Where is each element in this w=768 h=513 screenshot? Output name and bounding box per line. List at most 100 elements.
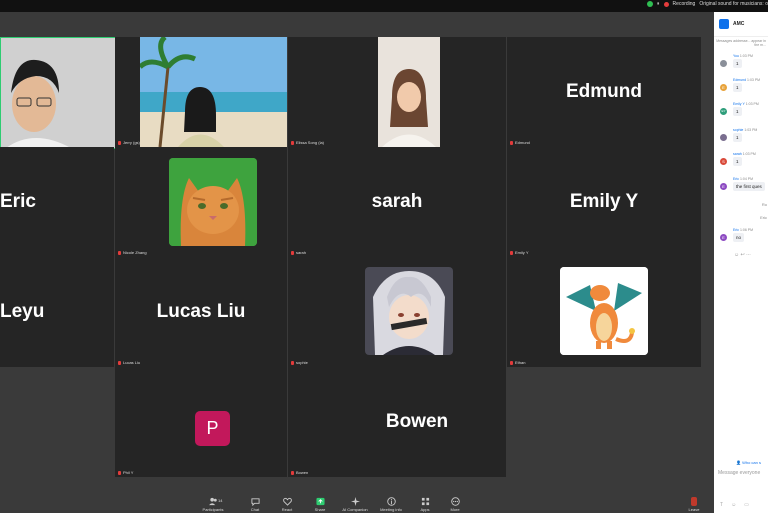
- beach-background-video: [140, 37, 287, 147]
- chat-message: S sarah 1:03 PM 1: [718, 152, 768, 172]
- participant-name-tag: Elissa Song (la): [291, 140, 324, 145]
- thread-fragment: Eric: [760, 215, 767, 220]
- leave-icon: [691, 497, 697, 506]
- avatar: [720, 60, 727, 67]
- muted-mic-icon: [291, 470, 294, 475]
- attach-file-icon[interactable]: ▭: [744, 502, 749, 508]
- muted-mic-icon: [118, 360, 121, 365]
- message-input[interactable]: Message everyone: [718, 470, 768, 476]
- video-tile-8[interactable]: Emily Y Emily Y: [507, 147, 701, 257]
- video-tile-10[interactable]: Lucas Liu Lucas Liu: [115, 257, 287, 367]
- dragon-avatar-image: [560, 267, 648, 355]
- chat-message: E Eric 1:04 PM the first ques: [718, 177, 768, 197]
- meeting-info-button[interactable]: Meeting info: [376, 495, 406, 512]
- chat-bubble-icon: [250, 498, 260, 506]
- avatar: E: [720, 84, 727, 91]
- more-button[interactable]: More: [440, 495, 470, 512]
- who-can-see-link[interactable]: 👤 Who can s: [736, 460, 761, 465]
- leave-button[interactable]: Leave: [679, 495, 709, 512]
- participant-name-display: sarah: [371, 191, 423, 212]
- anime-character-avatar-image: [365, 267, 453, 355]
- video-tile-6[interactable]: Nicole Zhang: [115, 147, 287, 257]
- recording-label: Recording: [672, 1, 696, 7]
- participant-name-tag: Bowen: [291, 470, 308, 475]
- sparkle-icon: [350, 497, 360, 506]
- participants-button[interactable]: Participants 14: [198, 495, 228, 512]
- ai-companion-button[interactable]: AI Companion: [340, 495, 370, 512]
- more-dots-icon: [450, 497, 460, 506]
- avatar: E: [720, 183, 727, 190]
- participant-name-tag: Lucas Liu: [118, 360, 140, 365]
- video-tile-13[interactable]: P Phil Y: [115, 367, 287, 477]
- participants-icon: [208, 497, 217, 506]
- participant-count: 14: [218, 498, 223, 503]
- participant-name-display: Eric: [0, 191, 36, 212]
- video-tile-3[interactable]: Elissa Song (la): [288, 37, 506, 147]
- heart-icon: [282, 497, 292, 506]
- meeting-toolbar: Participants 14 Chat React Share AI Comp…: [0, 495, 714, 513]
- chat-panel: AMC Messages addresse... appear in the m…: [714, 12, 768, 513]
- muted-mic-icon: [118, 250, 121, 255]
- muted-mic-icon: [510, 140, 513, 145]
- format-text-icon[interactable]: T: [720, 502, 723, 508]
- emoji-icon[interactable]: ☺: [731, 502, 736, 508]
- muted-mic-icon: [118, 140, 121, 145]
- video-tile-9[interactable]: Leyu: [0, 257, 114, 367]
- chat-message: EY Emily Y 1:03 PM 1: [720, 102, 759, 116]
- shield-icon: [647, 1, 654, 7]
- react-button[interactable]: React: [272, 495, 302, 512]
- chat-header: AMC: [714, 12, 768, 37]
- avatar: S: [720, 158, 727, 165]
- participant-name-tag: Nicole Zhang: [118, 250, 147, 255]
- apps-button[interactable]: Apps: [410, 495, 440, 512]
- participant-name-tag: Jerry (gs): [118, 140, 140, 145]
- participant-name-tag: sarah: [291, 250, 306, 255]
- participant-name-tag: Phil Y: [118, 470, 133, 475]
- initial-avatar: P: [195, 411, 230, 446]
- chat-message: E Edmund 1:03 PM 1: [718, 78, 768, 98]
- apps-icon: [421, 497, 429, 506]
- participant-name-tag: sophie: [291, 360, 308, 365]
- chat-message: You 1:03 PM 1: [718, 54, 768, 74]
- chat-app-icon: [719, 19, 729, 29]
- video-tile-2[interactable]: Jerry (gs): [115, 37, 287, 147]
- participant-name-display: Lucas Liu: [156, 301, 246, 322]
- avatar: [720, 134, 727, 141]
- avatar: E: [720, 234, 727, 241]
- muted-mic-icon: [510, 250, 513, 255]
- message-actions[interactable]: ☺ ↩ ⋯: [734, 252, 751, 258]
- chat-title: AMC: [733, 21, 745, 27]
- cat-avatar-image: [169, 158, 257, 246]
- video-tile-14[interactable]: Bowen Bowen: [288, 367, 506, 477]
- video-tile-12[interactable]: Ethan: [507, 257, 701, 367]
- video-tile-1[interactable]: [0, 37, 116, 149]
- participant-name-tag: Emily Y: [510, 250, 528, 255]
- muted-mic-icon: [291, 250, 294, 255]
- video-tile-4[interactable]: Edmund Edmund: [507, 37, 701, 147]
- chat-message: E Eric 1:06 PM no: [718, 228, 768, 248]
- compose-toolbar: T ☺ ▭: [720, 502, 749, 508]
- muted-mic-icon: [510, 360, 513, 365]
- participant-name-tag: Edmund: [510, 140, 530, 145]
- video-gallery: Jerry (gs) Elissa Song (la) Edmund Edmun…: [0, 12, 714, 500]
- participant-name-display: Bowen: [385, 411, 449, 432]
- chat-notice: Messages addresse... appear in the m...: [716, 39, 766, 47]
- original-sound-label[interactable]: Original sound for musicians: o: [699, 1, 768, 7]
- share-screen-icon: [315, 497, 325, 506]
- recording-dot-icon: [663, 1, 669, 7]
- chat-button[interactable]: Chat: [240, 495, 270, 512]
- muted-mic-icon: [291, 140, 294, 145]
- webcam-person-video: [378, 37, 440, 147]
- participant-name-display: Emily Y: [569, 191, 639, 212]
- thread-fragment: Ro: [761, 202, 767, 207]
- status-indicators: ⏸ Recording Original sound for musicians…: [647, 1, 768, 7]
- share-button[interactable]: Share: [305, 495, 335, 512]
- muted-mic-icon: [291, 360, 294, 365]
- avatar: EY: [720, 108, 727, 115]
- stop-icon[interactable]: ⏸: [657, 1, 660, 7]
- participant-name-tag: Ethan: [510, 360, 525, 365]
- video-tile-7[interactable]: sarah sarah: [288, 147, 506, 257]
- video-tile-5[interactable]: Eric: [0, 147, 114, 257]
- top-status-bar: ⏸ Recording Original sound for musicians…: [0, 0, 768, 12]
- video-tile-11[interactable]: sophie: [288, 257, 506, 367]
